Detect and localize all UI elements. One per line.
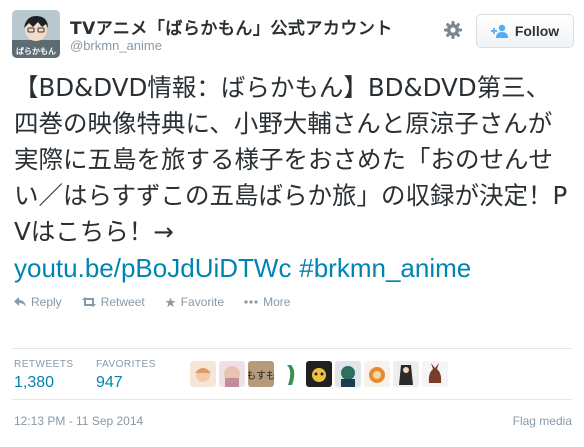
favoriter-avatar[interactable] — [364, 361, 390, 387]
reply-button[interactable]: Reply — [14, 295, 62, 309]
avatar-logo-text: ばらかもん — [16, 46, 56, 56]
gear-icon[interactable] — [443, 20, 463, 40]
favoriter-avatar[interactable] — [422, 361, 448, 387]
reply-label: Reply — [31, 295, 62, 309]
favoriter-avatar[interactable] — [306, 361, 332, 387]
more-dots-icon — [244, 300, 258, 304]
favoriter-avatar[interactable] — [190, 361, 216, 387]
reply-icon — [14, 297, 26, 307]
timestamp[interactable]: 12:13 PM - 11 Sep 2014 — [14, 414, 143, 428]
tweet-card: ばらかもん TVアニメ「ばらかもん」公式アカウント @brkmn_anime F… — [0, 0, 584, 447]
favoriter-avatar[interactable] — [335, 361, 361, 387]
flag-media-link[interactable]: Flag media — [513, 414, 572, 428]
favoriter-avatar[interactable] — [393, 361, 419, 387]
favoriters-avatars: もすも — [190, 361, 448, 387]
follow-person-icon — [490, 24, 509, 38]
favoriter-avatar[interactable] — [277, 361, 303, 387]
favoriter-avatar[interactable] — [219, 361, 245, 387]
divider — [12, 399, 572, 400]
favorite-star-icon — [165, 296, 176, 308]
tweet-text: 【BD&DVD情報：ばらかもん】BD&DVD第三、四巻の映像特典に、小野大輔さん… — [14, 70, 574, 287]
tweet-actions: Reply Retweet Favorite More — [14, 295, 290, 309]
tweet-hashtag[interactable]: #brkmn_anime — [299, 253, 471, 283]
more-label: More — [263, 295, 291, 309]
avatar[interactable]: ばらかもん — [12, 10, 60, 58]
follow-label: Follow — [514, 23, 560, 39]
favorites-label: FAVORITES — [96, 359, 156, 370]
tweet-link[interactable]: youtu.be/pBoJdUiDTWc — [14, 253, 291, 283]
favorites-count[interactable]: 947 — [96, 374, 123, 392]
retweet-button[interactable]: Retweet — [81, 295, 145, 309]
favorite-button[interactable]: Favorite — [165, 295, 224, 309]
retweet-icon — [81, 297, 96, 307]
more-button[interactable]: More — [244, 295, 290, 309]
divider — [12, 348, 572, 349]
retweet-label: Retweet — [100, 295, 145, 309]
retweets-label: RETWEETS — [14, 359, 74, 370]
face-badge-text: もすも — [248, 370, 274, 382]
tweet-body: 【BD&DVD情報：ばらかもん】BD&DVD第三、四巻の映像特典に、小野大輔さん… — [14, 73, 568, 246]
favorite-label: Favorite — [180, 295, 225, 309]
follow-button[interactable]: Follow — [476, 14, 574, 48]
display-name[interactable]: TVアニメ「ばらかもん」公式アカウント — [70, 14, 393, 39]
favoriter-avatar[interactable]: もすも — [248, 361, 274, 387]
handle[interactable]: @brkmn_anime — [70, 38, 162, 53]
retweets-count[interactable]: 1,380 — [14, 374, 54, 392]
